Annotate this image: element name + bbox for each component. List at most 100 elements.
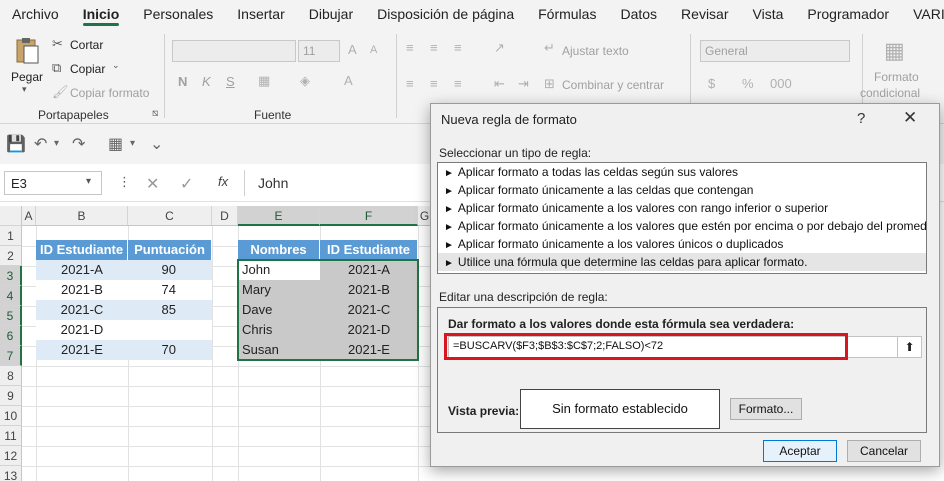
table1-cell[interactable]: 2021-E xyxy=(36,340,128,360)
cut-button[interactable]: Cortar xyxy=(70,38,103,52)
orientation-icon[interactable]: ↗ xyxy=(494,40,505,56)
column-header-b[interactable]: B xyxy=(36,206,128,226)
bold-button[interactable]: N xyxy=(178,74,187,89)
rule-type-item[interactable]: ► Aplicar formato únicamente a los valore… xyxy=(438,235,926,253)
enter-icon[interactable]: ✓ xyxy=(180,174,193,194)
table2-cell-active[interactable]: John xyxy=(238,260,320,280)
table1-cell[interactable]: 90 xyxy=(128,260,212,280)
align-top-icon[interactable]: ≡ xyxy=(406,40,414,55)
table1-cell[interactable]: 2021-A xyxy=(36,260,128,280)
table1-header-id[interactable]: ID Estudiante xyxy=(36,240,128,260)
menu-formulas[interactable]: Fórmulas xyxy=(526,0,608,28)
column-header-f[interactable]: F xyxy=(320,206,418,226)
row-header[interactable]: 9 xyxy=(0,386,22,406)
underline-button[interactable]: S xyxy=(226,74,235,89)
formula-bar-value[interactable]: John xyxy=(258,175,288,191)
comma-icon[interactable]: 000 xyxy=(770,76,792,91)
table2-cell[interactable]: Dave xyxy=(238,300,320,320)
menu-dibujar[interactable]: Dibujar xyxy=(297,0,365,28)
align-center-icon[interactable]: ≡ xyxy=(430,76,438,91)
column-header-e[interactable]: E xyxy=(238,206,320,226)
chevron-down-icon[interactable]: ▾ xyxy=(54,138,59,149)
column-header-a[interactable]: A xyxy=(22,206,36,226)
table1-cell[interactable]: 85 xyxy=(128,300,212,320)
table2-cell[interactable]: 2021-E xyxy=(320,340,418,360)
menu-vista[interactable]: Vista xyxy=(741,0,796,28)
table2-cell[interactable]: 2021-B xyxy=(320,280,418,300)
table1-cell[interactable]: 70 xyxy=(128,340,212,360)
column-header-c[interactable]: C xyxy=(128,206,212,226)
menu-personales[interactable]: Personales xyxy=(131,0,225,28)
select-all-corner[interactable] xyxy=(0,206,22,226)
row-header[interactable]: 5 xyxy=(0,306,22,326)
format-button[interactable]: Formato... xyxy=(730,398,802,420)
number-format-select[interactable]: General xyxy=(700,40,850,62)
table1-cell[interactable]: 2021-C xyxy=(36,300,128,320)
rule-type-item-selected[interactable]: ► Utilice una fórmula que determine las c… xyxy=(438,253,926,271)
row-header[interactable]: 13 xyxy=(0,466,22,481)
table2-header-names[interactable]: Nombres xyxy=(238,240,320,260)
row-header[interactable]: 7 xyxy=(0,346,22,366)
ok-button[interactable]: Aceptar xyxy=(763,440,837,462)
close-icon[interactable]: ✕ xyxy=(903,108,917,128)
currency-icon[interactable]: $ xyxy=(708,76,715,91)
row-header[interactable]: 2 xyxy=(0,246,22,266)
indent-icon[interactable]: ⇤ xyxy=(494,76,505,92)
menu-vari[interactable]: VARI xyxy=(901,0,944,28)
percent-icon[interactable]: % xyxy=(742,76,754,91)
table1-cell[interactable]: 2021-B xyxy=(36,280,128,300)
rule-type-item[interactable]: ► Aplicar formato únicamente a los valore… xyxy=(438,217,926,235)
row-header[interactable]: 12 xyxy=(0,446,22,466)
menu-revisar[interactable]: Revisar xyxy=(669,0,740,28)
grow-font-icon[interactable]: A xyxy=(348,42,357,57)
chevron-down-icon[interactable]: ▾ xyxy=(130,138,135,149)
italic-button[interactable]: K xyxy=(202,74,211,89)
menu-inicio[interactable]: Inicio xyxy=(71,0,132,28)
menu-programador[interactable]: Programador xyxy=(795,0,901,28)
border-icon[interactable]: ▦ xyxy=(258,73,270,89)
column-header-d[interactable]: D xyxy=(212,206,238,226)
table2-cell[interactable]: 2021-C xyxy=(320,300,418,320)
customize-qat-icon[interactable]: ⌄ xyxy=(150,134,163,154)
outdent-icon[interactable]: ⇥ xyxy=(518,76,529,92)
row-header[interactable]: 10 xyxy=(0,406,22,426)
table1-cell[interactable]: 74 xyxy=(128,280,212,300)
shrink-font-icon[interactable]: A xyxy=(370,44,377,56)
conditional-format-icon[interactable]: ▦ xyxy=(884,38,905,64)
row-header[interactable]: 3 xyxy=(0,266,22,286)
row-header[interactable]: 11 xyxy=(0,426,22,446)
rule-type-item[interactable]: ► Aplicar formato únicamente a las celdas… xyxy=(438,181,926,199)
help-icon[interactable]: ? xyxy=(857,110,865,127)
menu-disposicion[interactable]: Disposición de página xyxy=(365,0,526,28)
merge-center-button[interactable]: Combinar y centrar xyxy=(562,78,664,92)
table2-cell[interactable]: 2021-D xyxy=(320,320,418,340)
fx-icon[interactable]: fx xyxy=(218,174,228,189)
table2-cell[interactable]: 2021-A xyxy=(320,260,418,280)
align-middle-icon[interactable]: ≡ xyxy=(430,40,438,55)
save-icon[interactable]: 💾 xyxy=(6,134,26,154)
collapse-dialog-button[interactable]: ⬆ xyxy=(897,337,921,357)
table1-header-score[interactable]: Puntuación xyxy=(128,240,212,260)
menu-insertar[interactable]: Insertar xyxy=(225,0,296,28)
cancel-icon[interactable]: ✕ xyxy=(146,174,159,194)
table2-cell[interactable]: Mary xyxy=(238,280,320,300)
table2-header-id[interactable]: ID Estudiante xyxy=(320,240,418,260)
chevron-down-icon[interactable]: ▾ xyxy=(86,176,91,187)
wrap-text-icon[interactable]: ↵ xyxy=(544,40,555,56)
row-header[interactable]: 4 xyxy=(0,286,22,306)
menu-datos[interactable]: Datos xyxy=(608,0,669,28)
align-bottom-icon[interactable]: ≡ xyxy=(454,40,462,55)
fill-color-icon[interactable]: ◈ xyxy=(300,73,310,89)
table-icon[interactable]: ▦ xyxy=(108,134,123,154)
copy-button[interactable]: Copiar xyxy=(70,62,105,76)
align-left-icon[interactable]: ≡ xyxy=(406,76,414,91)
font-size-select[interactable]: 11 xyxy=(298,40,340,62)
table2-cell[interactable]: Susan xyxy=(238,340,320,360)
rule-type-list[interactable]: ► Aplicar formato a todas las celdas segú… xyxy=(437,162,927,274)
dialog-launcher-icon[interactable]: ⧅ xyxy=(152,108,158,119)
font-name-select[interactable] xyxy=(172,40,296,62)
menu-archivo[interactable]: Archivo xyxy=(0,0,71,28)
merge-icon[interactable]: ⊞ xyxy=(544,76,555,92)
cancel-button[interactable]: Cancelar xyxy=(847,440,921,462)
rule-type-item[interactable]: ► Aplicar formato a todas las celdas segú… xyxy=(438,163,926,181)
